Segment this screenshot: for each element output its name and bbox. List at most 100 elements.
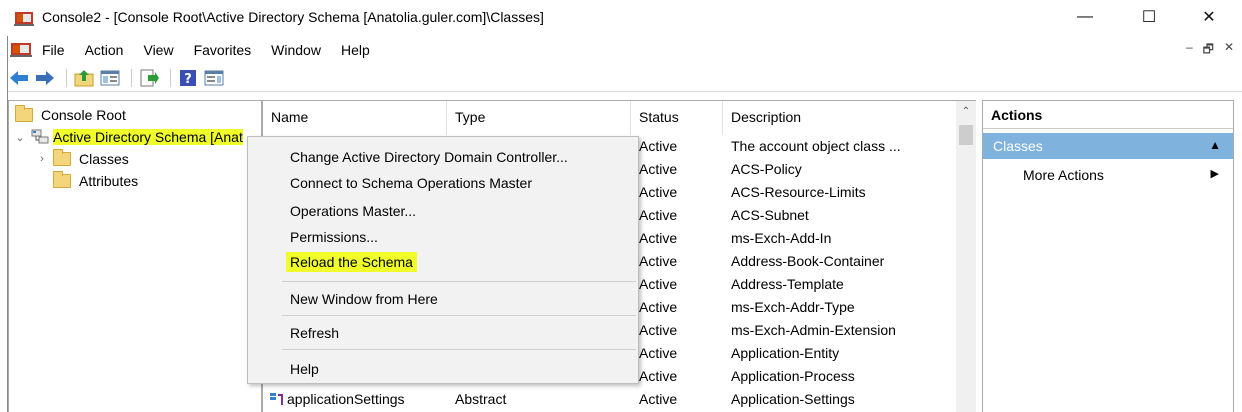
help-button[interactable]: ? bbox=[177, 68, 199, 88]
folder-icon bbox=[53, 149, 71, 166]
cell-description: ms-Exch-Addr-Type bbox=[731, 299, 855, 315]
console-tree-pane: Console Root ⌄ Active Directory Schema [… bbox=[8, 100, 262, 412]
back-icon bbox=[10, 70, 28, 85]
menu-separator bbox=[282, 281, 636, 282]
menu-item-new-window[interactable]: New Window from Here bbox=[290, 291, 438, 307]
close-button[interactable]: ✕ bbox=[1186, 0, 1232, 34]
cell-status: Active bbox=[639, 161, 678, 177]
left-gutter bbox=[0, 36, 8, 412]
cell-description: Application-Process bbox=[731, 368, 855, 384]
cell-type: Abstract bbox=[455, 391, 507, 407]
cell-status: Active bbox=[639, 322, 678, 338]
actions-section-classes[interactable]: Classes ▲ bbox=[983, 133, 1233, 159]
cell-description: Application-Entity bbox=[731, 345, 840, 361]
console-menu-icon[interactable] bbox=[10, 41, 32, 59]
cell-status: Active bbox=[639, 299, 678, 315]
column-divider[interactable] bbox=[722, 101, 723, 135]
folder-icon bbox=[53, 171, 71, 188]
menu-help[interactable]: Help bbox=[339, 40, 372, 60]
menu-item-connect-schema-master[interactable]: Connect to Schema Operations Master bbox=[290, 175, 532, 191]
toolbar-separator bbox=[170, 68, 171, 87]
column-header-name[interactable]: Name bbox=[271, 109, 308, 125]
menu-separator bbox=[282, 349, 636, 350]
forward-button[interactable] bbox=[34, 68, 56, 88]
cell-status: Active bbox=[639, 391, 678, 407]
up-one-level-button[interactable] bbox=[73, 68, 95, 88]
title-bar: Console2 - [Console Root\Active Director… bbox=[0, 0, 1242, 36]
column-header-type[interactable]: Type bbox=[455, 109, 485, 125]
show-hide-tree-button[interactable] bbox=[99, 68, 121, 88]
mdi-restore-button[interactable]: 🗗 bbox=[1203, 40, 1214, 61]
scrollbar-thumb[interactable] bbox=[959, 125, 973, 145]
show-hide-action-pane-icon bbox=[204, 70, 224, 85]
back-button[interactable] bbox=[8, 68, 30, 88]
menu-item-change-dc[interactable]: Change Active Directory Domain Controlle… bbox=[290, 149, 568, 165]
help-icon: ? bbox=[180, 69, 196, 87]
cell-status: Active bbox=[639, 207, 678, 223]
column-header-status[interactable]: Status bbox=[639, 109, 679, 125]
schema-icon bbox=[31, 129, 49, 144]
column-divider[interactable] bbox=[446, 101, 447, 135]
mdi-minimize-button[interactable]: – bbox=[1186, 40, 1193, 61]
cell-description: ms-Exch-Add-In bbox=[731, 230, 832, 246]
chevron-down-icon[interactable]: ⌄ bbox=[13, 131, 27, 144]
context-menu: Change Active Directory Domain Controlle… bbox=[247, 136, 639, 384]
menu-view[interactable]: View bbox=[141, 40, 175, 60]
maximize-icon: ☐ bbox=[1141, 9, 1157, 26]
show-hide-action-pane-button[interactable] bbox=[203, 68, 225, 88]
cell-description: Address-Template bbox=[731, 276, 844, 292]
column-header-description[interactable]: Description bbox=[731, 109, 801, 125]
mdi-close-button[interactable]: ✕ bbox=[1224, 40, 1234, 61]
menu-favorites[interactable]: Favorites bbox=[192, 40, 254, 60]
minimize-button[interactable]: — bbox=[1062, 0, 1108, 34]
window-title: Console2 - [Console Root\Active Director… bbox=[42, 9, 544, 25]
cell-description: ACS-Subnet bbox=[731, 207, 809, 223]
cell-status: Active bbox=[639, 253, 678, 269]
menu-item-permissions[interactable]: Permissions... bbox=[290, 229, 378, 245]
scroll-up-icon[interactable]: ⌃ bbox=[956, 101, 976, 121]
tree-item-classes[interactable]: › Classes bbox=[35, 148, 129, 170]
menu-item-help[interactable]: Help bbox=[290, 361, 319, 377]
cell-description: ms-Exch-Admin-Extension bbox=[731, 322, 896, 338]
vertical-scrollbar[interactable]: ⌃ bbox=[956, 101, 976, 412]
cell-status: Active bbox=[639, 138, 678, 154]
menu-file[interactable]: File bbox=[40, 40, 67, 60]
submenu-arrow-icon: ▶ bbox=[1210, 168, 1219, 180]
tree-item-label: Attributes bbox=[79, 173, 139, 189]
toolbar-separator bbox=[66, 68, 67, 87]
menu-item-operations-master[interactable]: Operations Master... bbox=[290, 203, 416, 219]
column-divider[interactable] bbox=[630, 101, 631, 135]
menu-item-refresh[interactable]: Refresh bbox=[290, 325, 339, 341]
cell-description: The account object class ... bbox=[731, 138, 901, 154]
collapse-triangle-icon[interactable]: ▲ bbox=[1209, 138, 1221, 152]
class-icon bbox=[270, 393, 283, 405]
cell-description: ACS-Resource-Limits bbox=[731, 184, 866, 200]
tree-item-label: Console Root bbox=[41, 107, 126, 123]
toolbar-separator bbox=[131, 68, 132, 87]
cell-name: applicationSettings bbox=[287, 391, 405, 407]
menu-item-reload-schema[interactable]: Reload the Schema bbox=[286, 252, 417, 272]
tree-item-ad-schema[interactable]: ⌄ Active Directory Schema [Anat bbox=[13, 126, 243, 148]
actions-header: Actions bbox=[983, 101, 1233, 129]
cell-status: Active bbox=[639, 276, 678, 292]
svg-text:?: ? bbox=[184, 72, 192, 87]
folder-icon bbox=[15, 105, 33, 122]
close-icon: ✕ bbox=[1202, 9, 1216, 26]
export-list-icon bbox=[140, 69, 159, 86]
actions-section-label: Classes bbox=[993, 138, 1043, 154]
tree-item-console-root[interactable]: Console Root bbox=[15, 104, 126, 126]
export-list-button[interactable] bbox=[138, 68, 160, 88]
show-hide-tree-icon bbox=[100, 70, 120, 85]
tree-item-attributes[interactable]: Attributes bbox=[53, 170, 138, 192]
chevron-right-icon[interactable]: › bbox=[35, 153, 49, 165]
menu-separator bbox=[282, 315, 636, 316]
cell-description: Application-Settings bbox=[731, 391, 855, 407]
cell-status: Active bbox=[639, 368, 678, 384]
up-folder-icon bbox=[74, 69, 94, 86]
maximize-button[interactable]: ☐ bbox=[1126, 0, 1172, 34]
cell-description: Address-Book-Container bbox=[731, 253, 885, 269]
menu-action[interactable]: Action bbox=[83, 40, 126, 60]
table-row-name[interactable]: applicationSettings bbox=[269, 391, 405, 407]
more-actions-item[interactable]: More Actions bbox=[1023, 167, 1104, 183]
menu-window[interactable]: Window bbox=[269, 40, 323, 60]
